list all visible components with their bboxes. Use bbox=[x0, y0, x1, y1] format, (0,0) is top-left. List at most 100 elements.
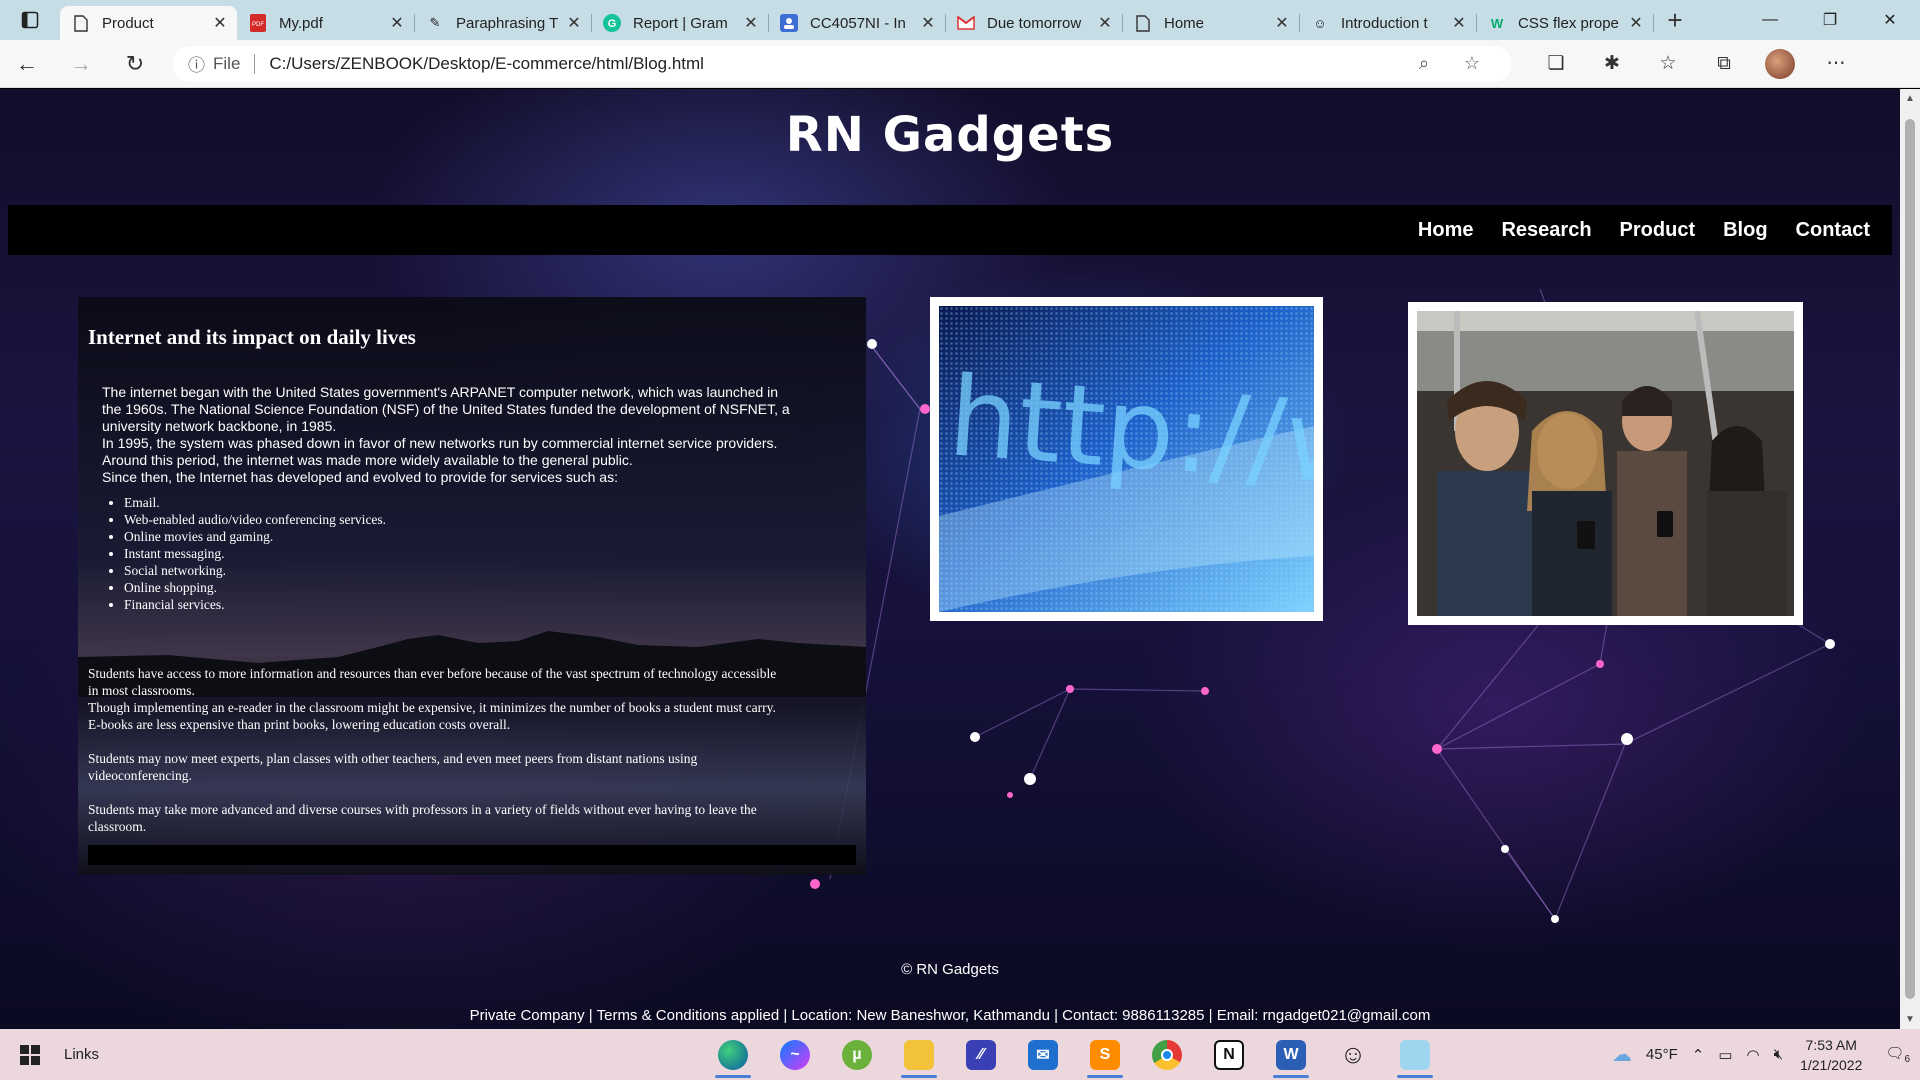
intro-line: The internet began with the United State… bbox=[102, 384, 779, 400]
weather-icon[interactable]: ☁ bbox=[1612, 1042, 1632, 1067]
more-menu-icon[interactable]: ⋯ bbox=[1808, 40, 1864, 88]
tab-product[interactable]: Product ✕ bbox=[60, 6, 237, 40]
weather-temperature[interactable]: 45°F bbox=[1646, 1046, 1678, 1063]
notification-count: 6 bbox=[1904, 1054, 1910, 1065]
system-tray: ☁ 45°F ⌃ ▭ ◠ 🔇︎ 7:53 AM 1/21/2022 🗨︎6 bbox=[1605, 1029, 1920, 1080]
close-icon[interactable]: ✕ bbox=[1450, 13, 1468, 33]
tab-title: Home bbox=[1164, 14, 1205, 32]
links-toolbar[interactable]: Links bbox=[64, 1046, 99, 1063]
close-icon[interactable]: ✕ bbox=[565, 13, 583, 33]
add-favorite-icon[interactable]: ☆ bbox=[1448, 53, 1496, 74]
list-item: Financial services. bbox=[124, 596, 386, 613]
favorites-icon[interactable]: ☆ bbox=[1640, 40, 1696, 88]
close-icon[interactable]: ✕ bbox=[1273, 13, 1291, 33]
close-window-icon[interactable]: ✕ bbox=[1860, 0, 1920, 40]
restore-icon[interactable]: ❐ bbox=[1800, 0, 1860, 40]
w3schools-icon: W bbox=[1490, 15, 1504, 31]
collections-extension-icon[interactable]: ❏ bbox=[1528, 40, 1584, 88]
zoom-icon[interactable]: ⌕ bbox=[1400, 53, 1448, 74]
mail-icon[interactable]: ✉ bbox=[1012, 1029, 1074, 1080]
web-page: RN Gadgets Home Research Product Blog Co… bbox=[0, 89, 1900, 1029]
notepad-icon[interactable] bbox=[1384, 1029, 1446, 1080]
collections-icon[interactable]: ⧉ bbox=[1696, 40, 1752, 88]
close-icon[interactable]: ✕ bbox=[1096, 13, 1114, 33]
para-line: Students have access to more information… bbox=[88, 666, 777, 681]
wifi-icon[interactable]: ◠ bbox=[1747, 1046, 1760, 1064]
list-item: Web-enabled audio/video conferencing ser… bbox=[124, 511, 386, 528]
tab-cc4057ni[interactable]: CC4057NI - In ✕ bbox=[768, 6, 946, 40]
battery-icon[interactable]: ▭ bbox=[1718, 1046, 1732, 1064]
close-icon[interactable]: ✕ bbox=[919, 13, 937, 33]
tab-title: Due tomorrow bbox=[987, 14, 1082, 32]
tab-gmail[interactable]: Due tomorrow ✕ bbox=[945, 6, 1123, 40]
para-line: classroom. bbox=[88, 819, 147, 834]
back-icon[interactable]: ← bbox=[0, 40, 54, 88]
clock-time: 7:53 AM bbox=[1805, 1036, 1857, 1053]
sublime-text-icon[interactable]: S bbox=[1074, 1029, 1136, 1080]
tab-paraphrasing[interactable]: ✎ Paraphrasing T ✕ bbox=[414, 6, 592, 40]
chevron-up-icon[interactable]: ⌃ bbox=[1692, 1046, 1705, 1064]
taskbar-apps: ~ µ ∕∕ ✉ S N W ☺ bbox=[702, 1029, 1446, 1080]
file-explorer-icon[interactable] bbox=[888, 1029, 950, 1080]
volume-muted-icon[interactable]: 🔇︎ bbox=[1774, 1046, 1783, 1063]
commuters-phones-image bbox=[1408, 302, 1803, 625]
nav-research-link[interactable]: Research bbox=[1501, 219, 1591, 242]
address-bar[interactable]: ⓘ File C:/Users/ZENBOOK/Desktop/E-commer… bbox=[172, 45, 1512, 82]
para-line: Though implementing an e-reader in the c… bbox=[88, 700, 776, 715]
quill-icon: ✎ bbox=[429, 15, 441, 30]
scheme-label: File bbox=[213, 53, 241, 73]
nav-blog-link[interactable]: Blog bbox=[1723, 219, 1767, 242]
tab-title: My.pdf bbox=[279, 14, 323, 32]
intro-line: the 1960s. The National Science Foundati… bbox=[102, 401, 790, 417]
page-scrollbar[interactable]: ▲ ▼ bbox=[1900, 89, 1920, 1029]
site-navbar: Home Research Product Blog Contact bbox=[8, 205, 1892, 255]
intro-paragraph: The internet began with the United State… bbox=[102, 384, 842, 486]
tab-my-pdf[interactable]: PDF My.pdf ✕ bbox=[237, 6, 415, 40]
notifications-icon[interactable]: 🗨︎6 bbox=[1885, 1044, 1910, 1065]
visual-studio-icon[interactable]: ∕∕ bbox=[950, 1029, 1012, 1080]
refresh-icon[interactable]: ↻ bbox=[108, 40, 162, 88]
list-item: Online shopping. bbox=[124, 579, 386, 596]
tab-title: Paraphrasing T bbox=[456, 14, 559, 32]
intro-line: Since then, the Internet has developed a… bbox=[102, 469, 618, 485]
blog-article: Internet and its impact on daily lives T… bbox=[78, 297, 866, 875]
scroll-down-icon[interactable]: ▼ bbox=[1900, 1014, 1920, 1025]
tab-title: CSS flex prope bbox=[1518, 14, 1619, 32]
clock[interactable]: 7:53 AM 1/21/2022 bbox=[1800, 1035, 1862, 1075]
nav-product-link[interactable]: Product bbox=[1620, 219, 1696, 242]
windows-start-icon[interactable] bbox=[0, 1044, 60, 1065]
teams-icon bbox=[780, 14, 798, 32]
para-line: Students may now meet experts, plan clas… bbox=[88, 751, 698, 766]
close-icon[interactable]: ✕ bbox=[388, 13, 406, 33]
tab-introduction[interactable]: ☺ Introduction t ✕ bbox=[1299, 6, 1477, 40]
extensions-icon[interactable]: ✱ bbox=[1584, 40, 1640, 88]
chrome-icon[interactable] bbox=[1136, 1029, 1198, 1080]
info-icon[interactable]: ⓘ bbox=[188, 51, 205, 76]
tab-bar: Product ✕ PDF My.pdf ✕ ✎ Paraphrasing T … bbox=[0, 0, 1920, 40]
list-item: Online movies and gaming. bbox=[124, 528, 386, 545]
nav-contact-link[interactable]: Contact bbox=[1796, 219, 1870, 242]
close-icon[interactable]: ✕ bbox=[742, 13, 760, 33]
forward-icon[interactable]: → bbox=[54, 40, 108, 88]
new-tab-button[interactable]: + bbox=[1653, 5, 1697, 36]
smiley-app-icon[interactable]: ☺ bbox=[1322, 1029, 1384, 1080]
scroll-up-icon[interactable]: ▲ bbox=[1900, 93, 1920, 104]
list-item: Instant messaging. bbox=[124, 545, 386, 562]
edge-icon[interactable] bbox=[702, 1029, 764, 1080]
list-item: Social networking. bbox=[124, 562, 386, 579]
utorrent-icon[interactable]: µ bbox=[826, 1029, 888, 1080]
close-icon[interactable]: ✕ bbox=[211, 13, 229, 33]
word-icon[interactable]: W bbox=[1260, 1029, 1322, 1080]
messenger-icon[interactable]: ~ bbox=[764, 1029, 826, 1080]
close-icon[interactable]: ✕ bbox=[1627, 13, 1645, 33]
profile-avatar[interactable] bbox=[1752, 40, 1808, 88]
tab-css-flex[interactable]: W CSS flex prope ✕ bbox=[1476, 6, 1654, 40]
minimize-icon[interactable]: — bbox=[1740, 0, 1800, 40]
notion-icon[interactable]: N bbox=[1198, 1029, 1260, 1080]
tab-actions-icon[interactable] bbox=[0, 0, 60, 40]
tab-grammarly[interactable]: G Report | Gram ✕ bbox=[591, 6, 769, 40]
scrollbar-thumb[interactable] bbox=[1905, 119, 1915, 999]
url-text[interactable]: C:/Users/ZENBOOK/Desktop/E-commerce/html… bbox=[269, 54, 1400, 74]
nav-home-link[interactable]: Home bbox=[1418, 219, 1474, 242]
tab-home[interactable]: Home ✕ bbox=[1122, 6, 1300, 40]
